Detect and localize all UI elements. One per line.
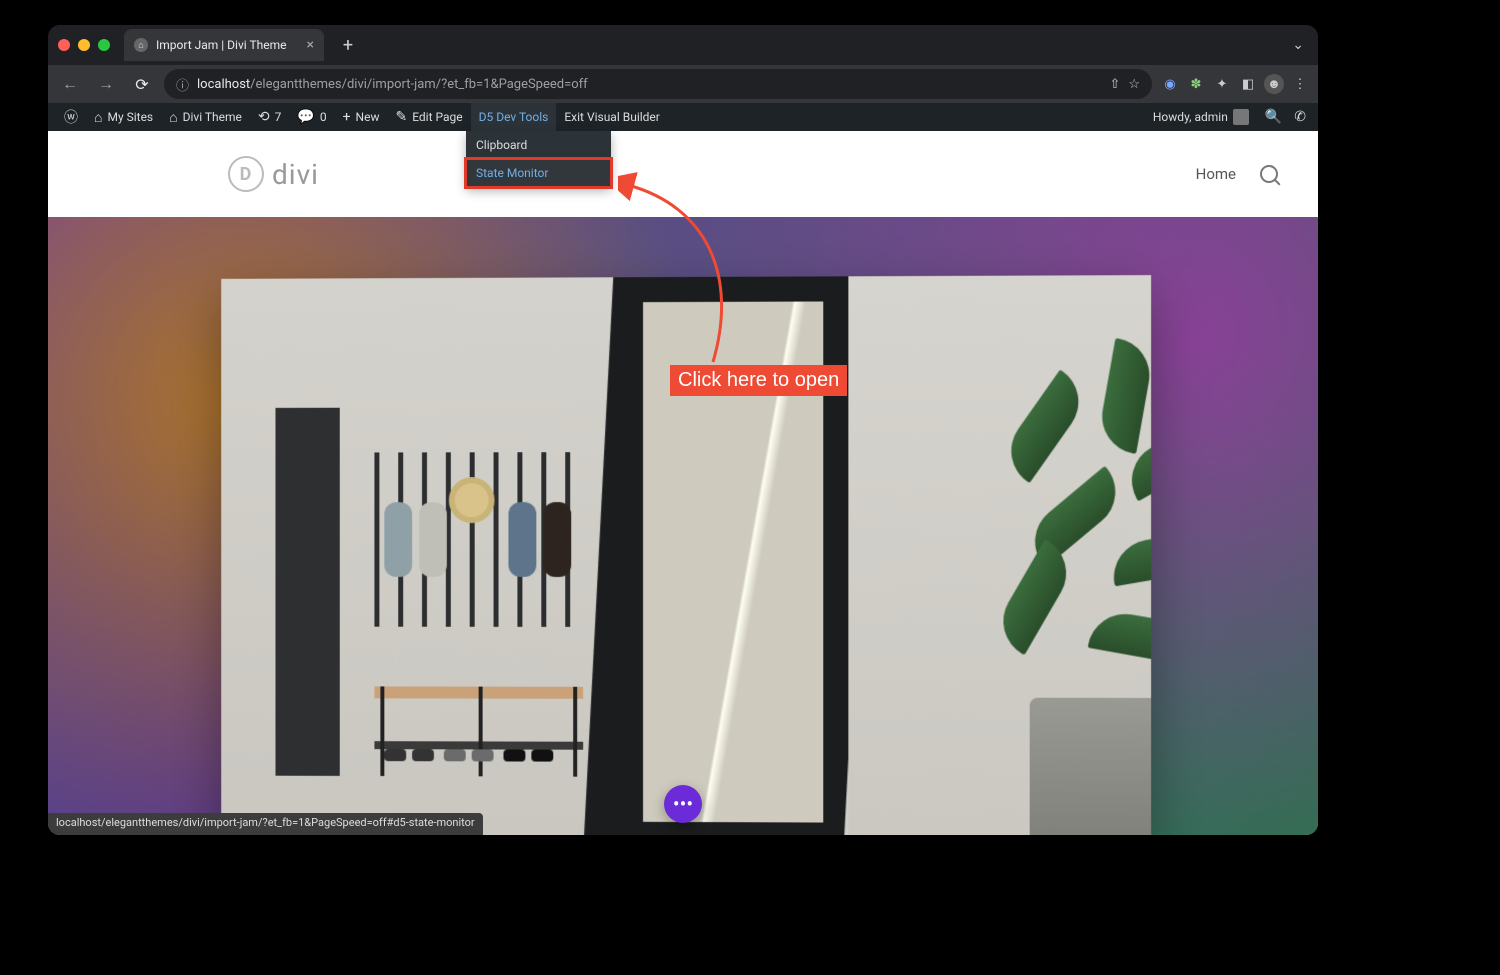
site-name-label: Divi Theme <box>183 110 242 124</box>
comments-icon: 💬 <box>297 109 314 125</box>
reload-button[interactable]: ⟳ <box>128 70 156 98</box>
chrome-menu-button[interactable]: ⋮ <box>1290 74 1310 94</box>
howdy-account-menu[interactable]: Howdy, admin <box>1145 109 1257 125</box>
exit-builder-label: Exit Visual Builder <box>564 110 660 124</box>
edit-page-label: Edit Page <box>412 110 462 124</box>
favicon-icon: ⌂ <box>134 38 148 52</box>
comments-menu[interactable]: 💬0 <box>289 103 334 131</box>
extension-icons: ◉ ✽ ✦ ◧ ☻ ⋮ <box>1160 74 1310 94</box>
scene-coat-1 <box>384 502 412 577</box>
wp-admin-bar: ⓦ ⌂My Sites ⌂Divi Theme ⟲7 💬0 +New ✎Edit… <box>48 103 1318 131</box>
updates-menu[interactable]: ⟲7 <box>250 103 289 131</box>
logo-text: divi <box>272 158 319 191</box>
phone-toggle[interactable]: ✆ <box>1290 109 1310 125</box>
user-avatar-icon <box>1233 109 1249 125</box>
plus-icon: + <box>343 109 351 125</box>
new-label: New <box>356 110 380 124</box>
site-name-menu[interactable]: ⌂ Divi Theme <box>161 103 250 131</box>
dropdown-item-clipboard[interactable]: Clipboard <box>466 131 611 159</box>
minimize-window-button[interactable] <box>78 39 90 51</box>
scene-coat-4 <box>543 502 571 577</box>
tab-strip: ⌂ Import Jam | Divi Theme × + ⌄ <box>48 25 1318 65</box>
phone-icon: ✆ <box>1294 109 1306 125</box>
updates-count: 7 <box>275 110 282 124</box>
updates-icon: ⟲ <box>258 109 270 125</box>
new-tab-button[interactable]: + <box>334 31 362 59</box>
home-icon: ⌂ <box>94 109 102 126</box>
share-icon[interactable]: ⇧ <box>1109 77 1120 92</box>
my-sites-menu[interactable]: ⌂ My Sites <box>86 103 161 131</box>
scene-plant <box>949 365 1151 718</box>
divi-builder-fab[interactable]: ••• <box>664 785 702 823</box>
dots-icon: ••• <box>673 792 693 816</box>
exit-visual-builder-link[interactable]: Exit Visual Builder <box>556 103 668 131</box>
site-header: D divi Home <box>48 131 1318 217</box>
pencil-icon: ✎ <box>395 109 407 125</box>
new-content-menu[interactable]: + New <box>335 103 388 131</box>
dropdown-item-state-monitor[interactable]: State Monitor <box>466 159 611 187</box>
d5-dev-tools-dropdown: Clipboard State Monitor <box>466 131 611 187</box>
maximize-window-button[interactable] <box>98 39 110 51</box>
site-info-icon[interactable]: ⓘ <box>176 75 189 94</box>
search-icon: 🔍 <box>1265 109 1282 125</box>
d5-dev-tools-menu[interactable]: D5 Dev Tools <box>471 103 557 131</box>
logo-badge-icon: D <box>228 156 264 192</box>
bookmark-icon[interactable]: ☆ <box>1128 77 1140 92</box>
back-button[interactable]: ← <box>56 70 84 98</box>
window-controls <box>58 39 110 51</box>
wordpress-icon: ⓦ <box>64 107 78 127</box>
url-text: localhost/elegantthemes/divi/import-jam/… <box>197 77 1101 92</box>
hero-section: ••• <box>48 217 1318 835</box>
side-panel-icon[interactable]: ◧ <box>1238 74 1258 94</box>
scene-dark-door <box>275 408 339 776</box>
annotation-label: Click here to open <box>670 365 847 396</box>
browser-status-bar: localhost/elegantthemes/divi/import-jam/… <box>48 813 483 835</box>
extensions-menu-icon[interactable]: ✦ <box>1212 74 1232 94</box>
site-icon: ⌂ <box>169 109 177 126</box>
scene-plant-pot <box>1030 698 1151 835</box>
extension-icon-2[interactable]: ✽ <box>1186 74 1206 94</box>
hero-image <box>221 275 1151 835</box>
dropdown-item-label: State Monitor <box>476 166 548 180</box>
dropdown-item-label: Clipboard <box>476 138 527 152</box>
site-logo[interactable]: D divi <box>228 156 319 192</box>
scene-coat-2 <box>419 502 447 577</box>
url-bar[interactable]: ⓘ localhost/elegantthemes/divi/import-ja… <box>164 69 1152 99</box>
primary-nav: Home <box>1196 165 1278 183</box>
scene-hat <box>449 477 495 523</box>
my-sites-label: My Sites <box>107 110 153 124</box>
close-tab-button[interactable]: × <box>307 37 314 53</box>
extension-icon-1[interactable]: ◉ <box>1160 74 1180 94</box>
edit-page-link[interactable]: ✎ Edit Page <box>387 103 470 131</box>
wp-logo-menu[interactable]: ⓦ <box>56 103 86 131</box>
browser-toolbar: ← → ⟳ ⓘ localhost/elegantthemes/divi/imp… <box>48 65 1318 103</box>
close-window-button[interactable] <box>58 39 70 51</box>
nav-home-link[interactable]: Home <box>1196 165 1236 183</box>
browser-tab[interactable]: ⌂ Import Jam | Divi Theme × <box>124 29 324 61</box>
tab-title: Import Jam | Divi Theme <box>156 38 286 52</box>
scene-bench <box>374 632 583 772</box>
dev-tools-label: D5 Dev Tools <box>479 110 549 124</box>
nav-search-icon[interactable] <box>1260 165 1278 183</box>
forward-button[interactable]: → <box>92 70 120 98</box>
search-toggle[interactable]: 🔍 <box>1261 109 1286 125</box>
comments-count: 0 <box>320 110 327 124</box>
scene-coat-3 <box>508 502 536 577</box>
expand-tabs-button[interactable]: ⌄ <box>1292 37 1304 53</box>
browser-window: ⌂ Import Jam | Divi Theme × + ⌄ ← → ⟳ ⓘ … <box>48 25 1318 835</box>
howdy-label: Howdy, admin <box>1153 110 1228 124</box>
profile-avatar-button[interactable]: ☻ <box>1264 74 1284 94</box>
page-content: D divi Home <box>48 131 1318 835</box>
